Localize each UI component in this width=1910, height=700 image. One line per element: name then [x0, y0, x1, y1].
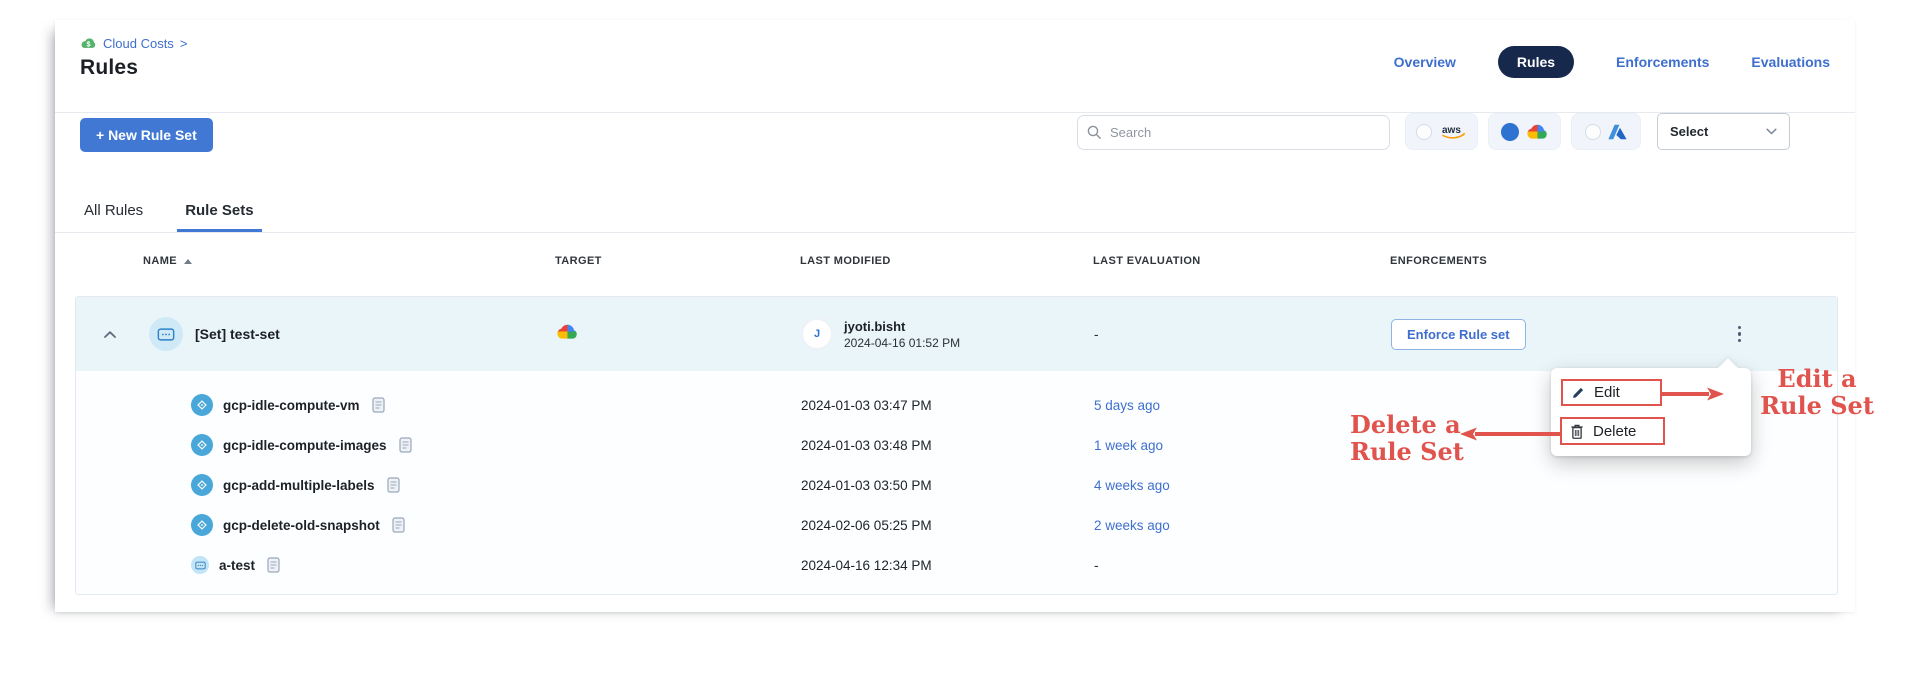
column-header-last-modified: LAST MODIFIED [800, 255, 1093, 267]
column-header-enforcements: ENFORCEMENTS [1390, 255, 1838, 267]
search-box [1077, 115, 1390, 150]
provider-toggle-azure[interactable] [1571, 113, 1641, 150]
rule-icon [191, 434, 213, 456]
tab-rule-sets[interactable]: Rule Sets [177, 202, 261, 232]
avatar: J [801, 318, 833, 350]
context-menu-delete-label: Delete [1593, 423, 1636, 440]
enforce-rule-set-button[interactable]: Enforce Rule set [1391, 319, 1526, 350]
trash-icon [1570, 424, 1584, 439]
page-title: Rules [80, 56, 138, 80]
rule-last-modified: 2024-01-03 03:47 PM [801, 398, 1094, 413]
radio-unchecked-icon [1416, 124, 1432, 140]
rule-last-evaluation-link[interactable]: 2 weeks ago [1094, 518, 1391, 533]
chevron-down-icon [1766, 128, 1777, 135]
rule-icon [191, 514, 213, 536]
breadcrumb: $ Cloud Costs > [80, 36, 187, 51]
rule-row: gcp-delete-old-snapshot 2024-02-06 05:25… [76, 505, 1837, 545]
new-rule-set-button[interactable]: + New Rule Set [80, 118, 213, 152]
top-nav: Overview Rules Enforcements Evaluations [1394, 46, 1830, 78]
search-icon [1087, 125, 1101, 139]
context-menu-edit-label: Edit [1594, 384, 1620, 401]
edit-annotation-arrow [1661, 386, 1725, 402]
rule-last-evaluation-link[interactable]: 4 weeks ago [1094, 478, 1391, 493]
rule-last-modified: 2024-02-06 05:25 PM [801, 518, 1094, 533]
modified-by-user: jyoti.bisht [844, 319, 960, 334]
gcp-target-icon [556, 322, 579, 341]
radio-unchecked-icon [1585, 124, 1601, 140]
pencil-icon [1571, 386, 1585, 400]
rule-set-name[interactable]: [Set] test-set [195, 326, 280, 342]
document-icon[interactable] [399, 437, 412, 453]
rule-set-row[interactable]: [Set] test-set J [76, 297, 1837, 371]
filter-select-value: Select [1670, 124, 1766, 139]
radio-checked-icon [1501, 123, 1519, 141]
nav-tab-overview[interactable]: Overview [1394, 54, 1456, 70]
filter-select-dropdown[interactable]: Select [1657, 113, 1790, 150]
rule-row: a-test 2024-04-16 12:34 PM - [76, 545, 1837, 585]
context-menu-edit[interactable]: Edit [1561, 379, 1662, 406]
breadcrumb-separator-icon: > [180, 36, 188, 51]
row-context-menu: Edit Delete [1551, 368, 1751, 456]
rule-name[interactable]: gcp-delete-old-snapshot [223, 518, 380, 533]
nav-tab-rules[interactable]: Rules [1498, 46, 1574, 78]
last-evaluation-value: - [1094, 327, 1391, 342]
tab-all-rules[interactable]: All Rules [76, 202, 151, 232]
rules-page-panel: $ Cloud Costs > Rules Overview Rules Enf… [55, 20, 1855, 612]
rules-tabs: All Rules Rule Sets [55, 190, 1855, 233]
rule-last-evaluation-link[interactable]: 1 week ago [1094, 438, 1391, 453]
nav-tab-enforcements[interactable]: Enforcements [1616, 54, 1709, 70]
cloud-costs-icon: $ [80, 37, 97, 50]
rule-name[interactable]: gcp-idle-compute-vm [223, 398, 360, 413]
column-header-name[interactable]: NAME [143, 255, 555, 267]
document-icon[interactable] [387, 477, 400, 493]
kebab-menu-icon[interactable] [1733, 321, 1747, 348]
chevron-up-icon [103, 330, 117, 339]
sort-ascending-icon [184, 259, 192, 264]
rule-set-icon [149, 317, 183, 351]
document-icon[interactable] [372, 397, 385, 413]
search-input[interactable] [1077, 115, 1390, 150]
rule-icon [191, 474, 213, 496]
edit-annotation-label: Edit a Rule Set [1747, 366, 1887, 420]
target-cell [556, 322, 801, 346]
column-header-last-evaluation: LAST EVALUATION [1093, 255, 1390, 267]
rule-icon [191, 394, 213, 416]
delete-annotation-label: Delete a Rule Set [1350, 412, 1478, 466]
column-header-label: NAME [143, 255, 177, 267]
rule-last-evaluation-link[interactable]: 5 days ago [1094, 398, 1391, 413]
breadcrumb-link-cloud-costs[interactable]: Cloud Costs [103, 36, 174, 51]
aws-logo-icon: aws [1439, 123, 1467, 140]
gcp-logo-icon [1526, 122, 1549, 141]
document-icon[interactable] [392, 517, 405, 533]
document-icon[interactable] [267, 557, 280, 573]
provider-toggle-aws[interactable]: aws [1405, 113, 1478, 150]
provider-toggle-gcp[interactable] [1488, 113, 1561, 150]
nav-tab-evaluations[interactable]: Evaluations [1751, 54, 1830, 70]
table-header-row: NAME TARGET LAST MODIFIED LAST EVALUATIO… [75, 255, 1838, 267]
rule-name[interactable]: a-test [219, 558, 255, 573]
rule-name[interactable]: gcp-add-multiple-labels [223, 478, 375, 493]
collapse-toggle[interactable] [76, 330, 144, 339]
modified-at-timestamp: 2024-04-16 01:52 PM [844, 336, 960, 350]
rule-name[interactable]: gcp-idle-compute-images [223, 438, 387, 453]
rule-set-small-icon [191, 556, 209, 574]
svg-text:$: $ [86, 39, 90, 48]
rule-last-evaluation: - [1094, 558, 1391, 573]
column-header-target: TARGET [555, 255, 800, 267]
svg-text:aws: aws [1442, 125, 1461, 136]
context-menu-delete[interactable]: Delete [1560, 417, 1665, 445]
azure-logo-icon [1608, 124, 1627, 140]
rule-row: gcp-add-multiple-labels 2024-01-03 03:50… [76, 465, 1837, 505]
rule-last-modified: 2024-01-03 03:48 PM [801, 438, 1094, 453]
rule-last-modified: 2024-04-16 12:34 PM [801, 558, 1094, 573]
rule-last-modified: 2024-01-03 03:50 PM [801, 478, 1094, 493]
